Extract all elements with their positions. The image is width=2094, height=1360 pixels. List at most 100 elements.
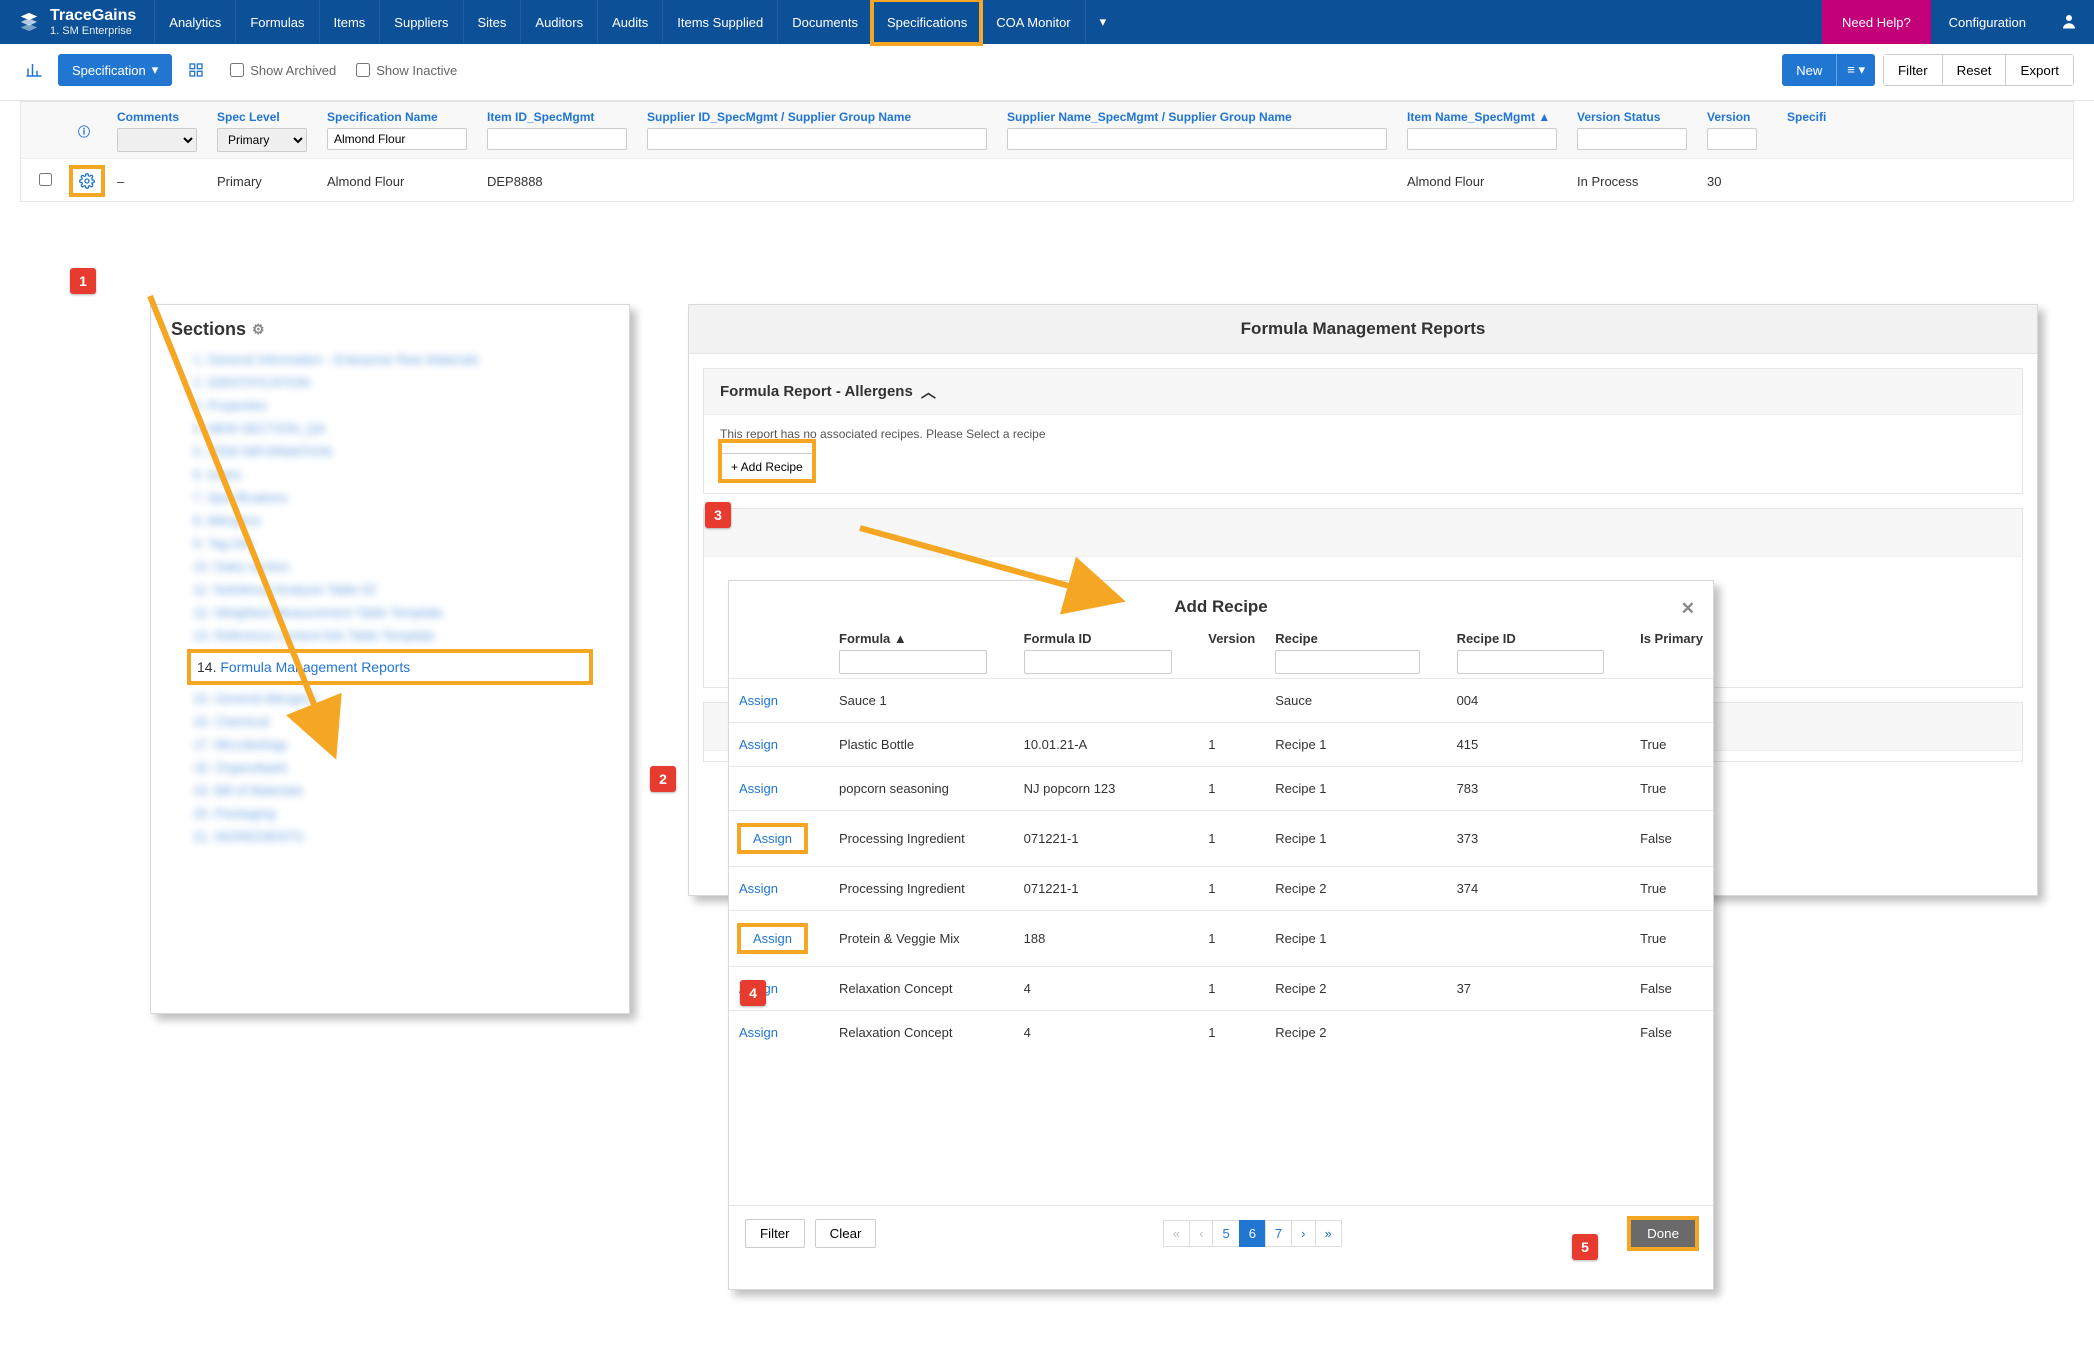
filter-button[interactable]: Filter bbox=[1884, 55, 1942, 85]
dlg-filter-formula-id[interactable] bbox=[1024, 650, 1172, 674]
add-recipe-button[interactable]: + Add Recipe bbox=[720, 453, 814, 481]
section-blurred[interactable]: 13. Reference content link Table Templat… bbox=[193, 628, 587, 643]
assign-link[interactable]: Assign bbox=[739, 881, 778, 896]
section-blurred[interactable]: 4. NEW SECTION_QA bbox=[193, 421, 587, 436]
done-button[interactable]: Done bbox=[1629, 1218, 1697, 1249]
section-blurred[interactable]: 11. Nutritional Analysis Table 62 bbox=[193, 582, 587, 597]
assign-link[interactable]: Assign bbox=[739, 1025, 778, 1040]
col-supplier-name[interactable]: Supplier Name_SpecMgmt / Supplier Group … bbox=[1007, 110, 1387, 124]
pager-last[interactable]: » bbox=[1315, 1220, 1342, 1247]
dlg-filter-button[interactable]: Filter bbox=[745, 1219, 805, 1248]
col-comments[interactable]: Comments bbox=[117, 110, 197, 124]
new-dropdown[interactable]: ≡ ▾ bbox=[1836, 54, 1875, 86]
section-blurred[interactable]: 7. Specifications bbox=[193, 490, 587, 505]
section-blurred[interactable]: 21. INGREDIENTS bbox=[193, 829, 587, 844]
reset-button[interactable]: Reset bbox=[1942, 55, 2006, 85]
dlg-col-formula[interactable]: Formula ▲ bbox=[839, 631, 907, 646]
section-blurred[interactable]: 10. Dairy section bbox=[193, 559, 587, 574]
section-blurred[interactable]: 19. Bill of Materials bbox=[193, 783, 587, 798]
section-blurred[interactable]: 5. ITEM INFORMATION bbox=[193, 444, 587, 459]
user-icon[interactable] bbox=[2060, 12, 2078, 33]
section-blurred[interactable]: 17. Microbiology bbox=[193, 737, 587, 752]
section-blurred[interactable]: 8. Allergens bbox=[193, 513, 587, 528]
col-version-status[interactable]: Version Status bbox=[1577, 110, 1687, 124]
nav-sites[interactable]: Sites bbox=[463, 0, 521, 44]
filter-supplier-name[interactable] bbox=[1007, 128, 1387, 150]
pager-next[interactable]: › bbox=[1291, 1220, 1315, 1247]
sections-gear-icon[interactable]: ⚙ bbox=[252, 321, 265, 338]
assign-link[interactable]: Assign bbox=[739, 737, 778, 752]
chevron-up-icon[interactable]: ︿ bbox=[921, 381, 936, 402]
section-blurred[interactable]: 16. Chemical bbox=[193, 714, 587, 729]
dlg-col-formula-id[interactable]: Formula ID bbox=[1024, 631, 1092, 646]
nav-auditors[interactable]: Auditors bbox=[520, 0, 597, 44]
nav-audits[interactable]: Audits bbox=[597, 0, 662, 44]
row-checkbox[interactable] bbox=[39, 173, 52, 186]
pager-5[interactable]: 5 bbox=[1212, 1220, 1239, 1247]
nav-specifications[interactable]: Specifications bbox=[872, 0, 981, 44]
section-blurred[interactable]: 3. Properties bbox=[193, 398, 587, 413]
col-specific[interactable]: Specifi bbox=[1787, 110, 1823, 124]
nav-analytics[interactable]: Analytics bbox=[154, 0, 235, 44]
dlg-col-recipe[interactable]: Recipe bbox=[1275, 631, 1318, 646]
need-help-button[interactable]: Need Help? bbox=[1822, 0, 1931, 44]
nav-documents[interactable]: Documents bbox=[777, 0, 872, 44]
filter-supplier-id[interactable] bbox=[647, 128, 987, 150]
col-version[interactable]: Version bbox=[1707, 110, 1767, 124]
dlg-col-recipe-id[interactable]: Recipe ID bbox=[1457, 631, 1516, 646]
pager-first[interactable]: « bbox=[1163, 1220, 1190, 1247]
section-active[interactable]: 14. Formula Management Reports bbox=[189, 651, 591, 683]
section-blurred[interactable]: 18. Organoleptic bbox=[193, 760, 587, 775]
new-button[interactable]: New bbox=[1782, 54, 1836, 86]
grid-icon[interactable] bbox=[182, 56, 210, 84]
filter-version-status[interactable] bbox=[1577, 128, 1687, 150]
nav-items[interactable]: Items bbox=[319, 0, 380, 44]
assign-link[interactable]: Assign bbox=[753, 931, 792, 946]
chart-icon[interactable] bbox=[20, 56, 48, 84]
info-icon[interactable]: ⓘ bbox=[78, 123, 90, 140]
col-item-name[interactable]: Item Name_SpecMgmt ▲ bbox=[1407, 110, 1557, 124]
nav-configuration[interactable]: Configuration bbox=[1931, 0, 2044, 44]
nav-suppliers[interactable]: Suppliers bbox=[379, 0, 462, 44]
col-spec-name[interactable]: Specification Name bbox=[327, 110, 467, 124]
filter-spec-level[interactable]: Primary bbox=[217, 128, 307, 152]
assign-link[interactable]: Assign bbox=[739, 693, 778, 708]
dlg-col-primary[interactable]: Is Primary bbox=[1640, 631, 1703, 646]
section-blurred[interactable]: 9. Tag Info bbox=[193, 536, 587, 551]
show-inactive-checkbox[interactable]: Show Inactive bbox=[356, 63, 457, 78]
col-item-id[interactable]: Item ID_SpecMgmt bbox=[487, 110, 627, 124]
nav-items-supplied[interactable]: Items Supplied bbox=[662, 0, 777, 44]
pager-7[interactable]: 7 bbox=[1265, 1220, 1292, 1247]
show-archived-checkbox[interactable]: Show Archived bbox=[230, 63, 336, 78]
col-spec-level[interactable]: Spec Level bbox=[217, 110, 307, 124]
pager-6[interactable]: 6 bbox=[1239, 1220, 1266, 1247]
col-supplier-id[interactable]: Supplier ID_SpecMgmt / Supplier Group Na… bbox=[647, 110, 987, 124]
filter-item-id[interactable] bbox=[487, 128, 627, 150]
table-row[interactable]: – Primary Almond Flour DEP8888 Almond Fl… bbox=[21, 158, 2073, 201]
dlg-filter-recipe-id[interactable] bbox=[1457, 650, 1604, 674]
filter-version[interactable] bbox=[1707, 128, 1757, 150]
filter-comments[interactable] bbox=[117, 128, 197, 152]
section-blurred[interactable]: 20. Packaging bbox=[193, 806, 587, 821]
close-icon[interactable]: ✕ bbox=[1681, 599, 1695, 619]
nav-more[interactable]: ▾ bbox=[1085, 0, 1121, 44]
assign-link[interactable]: Assign bbox=[753, 831, 792, 846]
assign-link[interactable]: Assign bbox=[739, 781, 778, 796]
dlg-filter-recipe[interactable] bbox=[1275, 650, 1420, 674]
section-blurred[interactable]: 15. General Allergens bbox=[193, 691, 587, 706]
row-gear-icon[interactable] bbox=[71, 167, 103, 195]
dlg-filter-formula[interactable] bbox=[839, 650, 987, 674]
section-blurred[interactable]: 6. Dates bbox=[193, 467, 587, 482]
dlg-col-version[interactable]: Version bbox=[1208, 631, 1255, 646]
pager-prev[interactable]: ‹ bbox=[1189, 1220, 1213, 1247]
section-blurred[interactable]: 12. Weighted Measurement Table Template bbox=[193, 605, 587, 620]
dlg-clear-button[interactable]: Clear bbox=[815, 1219, 877, 1248]
nav-formulas[interactable]: Formulas bbox=[235, 0, 318, 44]
section-blurred[interactable]: 2. IDENTIFICATION bbox=[193, 375, 587, 390]
filter-item-name[interactable] bbox=[1407, 128, 1557, 150]
export-button[interactable]: Export bbox=[2005, 55, 2073, 85]
nav-coa-monitor[interactable]: COA Monitor bbox=[981, 0, 1084, 44]
filter-spec-name[interactable] bbox=[327, 128, 467, 150]
section-blurred[interactable]: 1. General Information - Enterprise Raw … bbox=[193, 352, 587, 367]
specification-button[interactable]: Specification ▾ bbox=[58, 54, 172, 86]
